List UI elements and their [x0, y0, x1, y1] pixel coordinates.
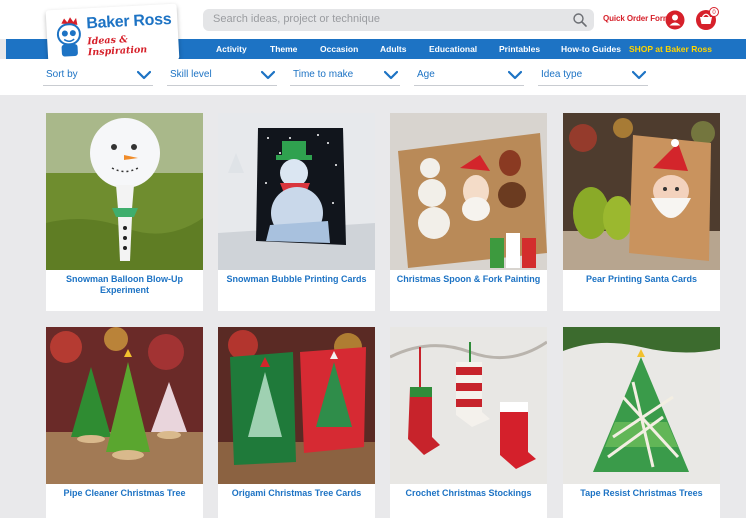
- filter-age[interactable]: Age: [414, 66, 524, 86]
- tape-resist-tree-image[interactable]: [563, 327, 720, 484]
- idea-card[interactable]: Christmas Spoon & Fork Painting: [390, 113, 547, 311]
- filter-time-to-make[interactable]: Time to make: [290, 66, 400, 86]
- card-title[interactable]: Crochet Christmas Stockings: [394, 488, 543, 499]
- mascot-logo-icon: [56, 17, 81, 57]
- origami-tree-card-image[interactable]: [218, 327, 375, 484]
- snowman-card-image[interactable]: [218, 113, 375, 270]
- idea-card[interactable]: Pipe Cleaner Christmas Tree: [46, 327, 203, 518]
- card-title[interactable]: Christmas Spoon & Fork Painting: [394, 274, 543, 285]
- idea-card[interactable]: Crochet Christmas Stockings: [390, 327, 547, 518]
- filter-sort-by[interactable]: Sort by: [43, 66, 153, 86]
- spoon-fork-painting-image[interactable]: [390, 113, 547, 270]
- quick-order-form-link[interactable]: Quick Order Form: [603, 14, 670, 23]
- card-title[interactable]: Tape Resist Christmas Trees: [567, 488, 716, 499]
- filter-label: Age: [417, 69, 435, 80]
- card-title[interactable]: Snowman Bubble Printing Cards: [222, 274, 371, 285]
- chevron-down-icon: [632, 70, 646, 80]
- idea-card[interactable]: Snowman Bubble Printing Cards: [218, 113, 375, 311]
- card-title[interactable]: Origami Christmas Tree Cards: [222, 488, 371, 499]
- filter-skill-level[interactable]: Skill level: [167, 66, 277, 86]
- nav-educational[interactable]: Educational: [429, 44, 477, 54]
- nav-printables[interactable]: Printables: [499, 44, 540, 54]
- filter-idea-type[interactable]: Idea type: [538, 66, 648, 86]
- account-icon[interactable]: [665, 10, 685, 30]
- nav-activity[interactable]: Activity: [216, 44, 247, 54]
- basket-icon[interactable]: 0: [694, 6, 720, 32]
- chevron-down-icon: [508, 70, 522, 80]
- card-title[interactable]: Snowman Balloon Blow-Up Experiment: [50, 274, 199, 296]
- idea-card[interactable]: Origami Christmas Tree Cards: [218, 327, 375, 518]
- card-title[interactable]: Pear Printing Santa Cards: [567, 274, 716, 285]
- filter-bar: Sort by Skill level Time to make Age Ide…: [0, 59, 746, 95]
- snowman-balloon-image[interactable]: [46, 113, 203, 270]
- nav-how-to-guides[interactable]: How-to Guides: [561, 44, 621, 54]
- nav-theme[interactable]: Theme: [270, 44, 297, 54]
- filter-label: Skill level: [170, 69, 212, 80]
- card-title[interactable]: Pipe Cleaner Christmas Tree: [50, 488, 199, 499]
- search-bar[interactable]: Search ideas, project or technique: [203, 9, 594, 31]
- search-input[interactable]: Search ideas, project or technique: [213, 13, 380, 25]
- chevron-down-icon: [137, 70, 151, 80]
- chevron-down-icon: [384, 70, 398, 80]
- filter-label: Time to make: [293, 69, 354, 80]
- crochet-stockings-image[interactable]: [390, 327, 547, 484]
- logo[interactable]: Baker Ross Ideas & Inspiration: [45, 3, 180, 67]
- pipe-cleaner-tree-image[interactable]: [46, 327, 203, 484]
- logo-tagline: Ideas & Inspiration: [87, 34, 148, 59]
- chevron-down-icon: [261, 70, 275, 80]
- idea-card[interactable]: Tape Resist Christmas Trees: [563, 327, 720, 518]
- pear-santa-card-image[interactable]: [563, 113, 720, 270]
- idea-card[interactable]: Snowman Balloon Blow-Up Experiment: [46, 113, 203, 311]
- filter-label: Idea type: [541, 69, 583, 80]
- search-icon[interactable]: [572, 12, 588, 28]
- idea-card[interactable]: Pear Printing Santa Cards: [563, 113, 720, 311]
- logo-brand: Baker Ross: [85, 10, 172, 33]
- page: Search ideas, project or technique Quick…: [0, 0, 746, 518]
- filter-label: Sort by: [46, 69, 78, 80]
- nav-adults[interactable]: Adults: [380, 44, 406, 54]
- nav-occasion[interactable]: Occasion: [320, 44, 358, 54]
- nav-shop[interactable]: SHOP at Baker Ross: [629, 44, 712, 54]
